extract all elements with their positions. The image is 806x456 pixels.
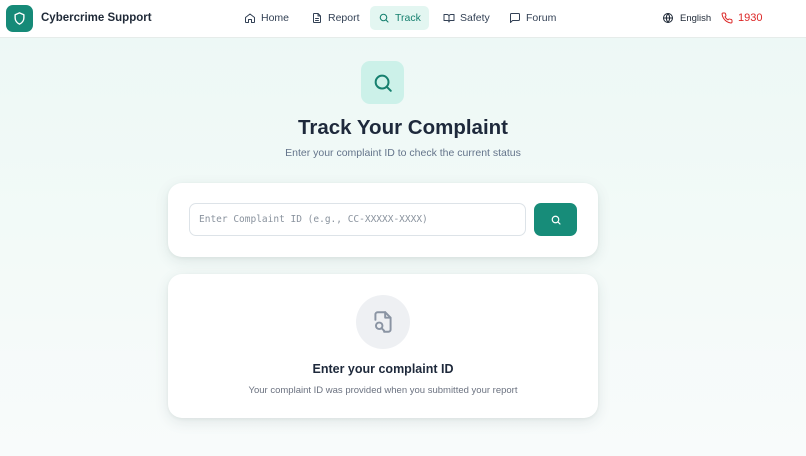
helpline-link[interactable]: 1930 — [721, 6, 762, 30]
nav-label-report: Report — [328, 12, 360, 24]
search-icon — [379, 13, 389, 23]
language-selector[interactable]: English — [662, 6, 711, 30]
globe-icon — [663, 13, 673, 23]
page-title: Track Your Complaint — [298, 116, 508, 139]
complaint-id-input[interactable] — [189, 203, 526, 236]
nav-item-safety[interactable]: Safety — [435, 6, 498, 30]
empty-state-icon-badge — [356, 295, 410, 349]
search-icon — [374, 74, 392, 92]
nav-item-forum[interactable]: Forum — [501, 6, 564, 30]
nav-item-track[interactable]: Track — [370, 6, 429, 30]
empty-state-card: Enter your complaint ID Your complaint I… — [168, 274, 598, 418]
file-search-icon — [374, 311, 392, 333]
nav-label-forum: Forum — [526, 12, 557, 24]
book-icon — [443, 14, 455, 23]
document-icon — [313, 13, 321, 23]
phone-icon — [721, 12, 733, 24]
hero-icon-badge — [361, 61, 404, 104]
nav-label-home: Home — [261, 12, 290, 24]
empty-state-title: Enter your complaint ID — [312, 362, 454, 376]
shield-icon — [6, 4, 33, 32]
top-navbar: Cybercrime Support Home Report Track Saf… — [0, 0, 806, 38]
nav-label-safety: Safety — [460, 12, 490, 24]
empty-state-hint: Your complaint ID was provided when you … — [248, 385, 518, 396]
search-button[interactable] — [534, 203, 577, 236]
page-subtitle: Enter your complaint ID to check the cur… — [285, 147, 521, 159]
brand-name: Cybercrime Support — [41, 12, 152, 24]
home-icon — [245, 13, 255, 23]
search-card — [168, 183, 598, 257]
helpline-number: 1930 — [738, 12, 763, 24]
chat-icon — [510, 13, 520, 23]
nav-label-track: Track — [395, 12, 421, 24]
search-icon — [551, 215, 561, 225]
nav-item-report[interactable]: Report — [303, 6, 368, 30]
brand[interactable]: Cybercrime Support — [6, 4, 152, 32]
nav-item-home[interactable]: Home — [236, 6, 297, 30]
language-label: English — [680, 12, 712, 24]
